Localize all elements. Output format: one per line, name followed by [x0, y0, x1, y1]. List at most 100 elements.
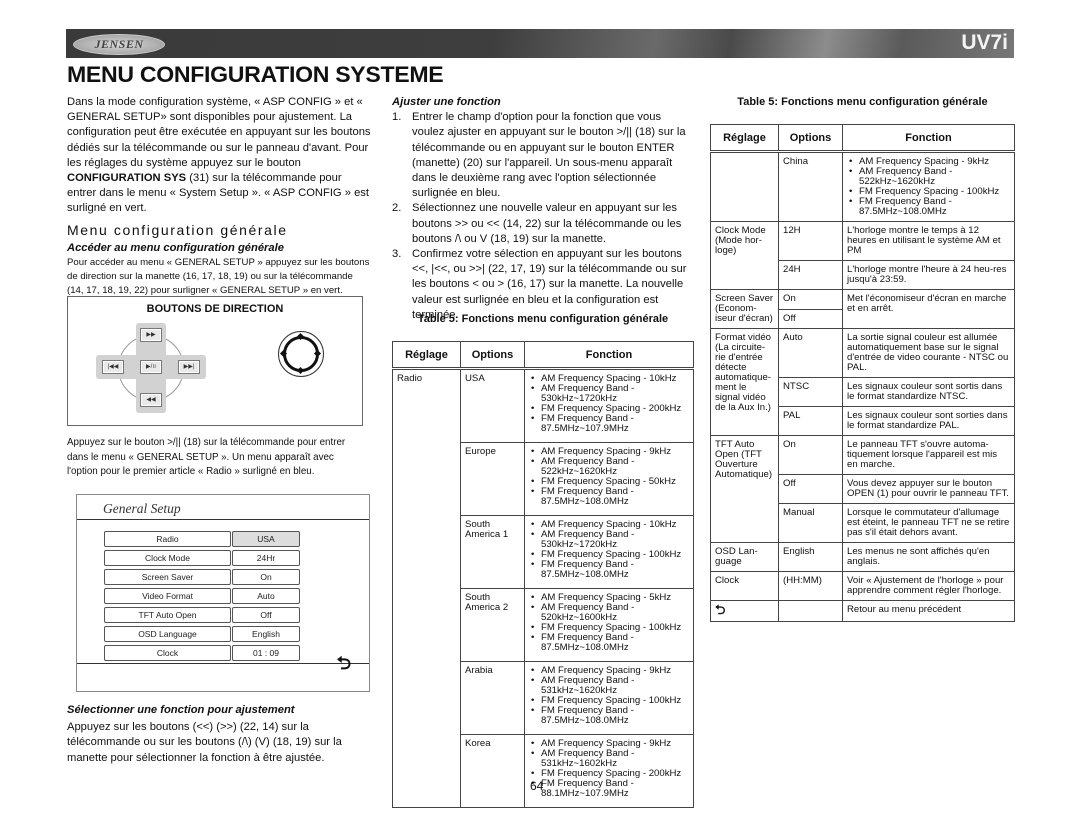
brand-name: JENSEN [94, 37, 144, 51]
option-cell [778, 600, 843, 622]
header-options: Options [460, 341, 525, 371]
rewind-button: ◀◀ [140, 393, 162, 407]
setup-value[interactable]: 01 : 09 [232, 645, 300, 661]
option-cell: 12H [778, 221, 843, 261]
function-cell: Vous devez appuyer sur le bouton OPEN (1… [842, 474, 1015, 504]
function-cell: L'horloge montre le temps à 12 heures en… [842, 221, 1015, 261]
setting-cell: Clock [710, 571, 779, 601]
setup-top-divider [77, 519, 369, 520]
header-function: Fonction [524, 341, 694, 371]
option-cell: 24H [778, 260, 843, 290]
option-cell: South America 1 [460, 515, 525, 589]
function-cell: AM Frequency Spacing - 9kHzAM Frequency … [524, 661, 694, 735]
option-cell: English [778, 542, 843, 572]
column-2: Ajuster une fonction 1. Entrer le champ d… [392, 95, 694, 323]
functions-table-1: Réglage Options Fonction RadioUSAAM Freq… [392, 341, 694, 809]
table-row: Screen Saver (Econom-iseur d'écran) On M… [710, 289, 1015, 329]
intro-paragraph: Dans la mode configuration système, « AS… [67, 95, 371, 217]
press-instruction: Appuyez sur le bouton >/|| (18) sur la t… [67, 437, 346, 477]
function-cell: AM Frequency Spacing - 9kHzAM Frequency … [524, 442, 694, 516]
setup-value[interactable]: USA [232, 531, 300, 547]
table-row: China AM Frequency Spacing - 9kHzAM Freq… [710, 151, 1015, 222]
function-cell: AM Frequency Spacing - 10kHzAM Frequency… [524, 515, 694, 589]
dpad-diagram: ▶▶ |◀◀ ▶/॥ ▶▶| ◀◀ [96, 323, 206, 413]
table-row: Format vidéo (La circuite-rie d'entrée d… [710, 328, 1015, 436]
intro-bold: CONFIGURATION SYS [67, 172, 187, 185]
adjust-steps: 1. Entrer le champ d'option pour la fonct… [392, 110, 694, 323]
option-cell: PAL [778, 406, 843, 436]
header-function: Fonction [842, 124, 1015, 154]
page-title: MENU CONFIGURATION SYSTEME [67, 62, 444, 87]
setting-cell: OSD Lan-guage [710, 542, 779, 572]
setup-label[interactable]: Radio [104, 531, 231, 547]
function-cell: Lorsque le commutateur d'allumage est ét… [842, 503, 1015, 543]
setup-value[interactable]: Auto [232, 588, 300, 604]
setting-cell [710, 151, 779, 222]
option-cell: NTSC [778, 377, 843, 407]
function-cell: AM Frequency Spacing - 9kHzAM Frequency … [842, 151, 1015, 222]
step-item: 1. Entrer le champ d'option pour la fonct… [392, 110, 694, 201]
function-item: FM Frequency Band - 87.5MHz~108.0MHz [531, 487, 689, 507]
option-cell: On [778, 435, 843, 475]
function-cell: AM Frequency Spacing - 9kHzAM Frequency … [524, 734, 694, 808]
return-arrow-icon[interactable]: ⮌ [337, 651, 351, 681]
function-cell: Voir « Ajustement de l'horloge » pour ap… [842, 571, 1015, 601]
function-cell: La sortie signal couleur est allumée aut… [842, 328, 1015, 378]
option-cell: On [778, 289, 843, 310]
step-item: 2. Sélectionnez une nouvelle valeur en ap… [392, 201, 694, 247]
table-row: OSD Lan-guage English Les menus ne sont … [710, 542, 1015, 572]
option-cell: Korea [460, 734, 525, 808]
next-button: ▶▶| [178, 360, 200, 374]
table-row: TFT Auto Open (TFT Ouverture Automatique… [710, 435, 1015, 543]
setup-value[interactable]: English [232, 626, 300, 642]
setting-cell: TFT Auto Open (TFT Ouverture Automatique… [710, 435, 779, 543]
setting-cell: Radio [392, 368, 461, 808]
setting-cell: Screen Saver (Econom-iseur d'écran) [710, 289, 779, 329]
function-cell: Met l'économiseur d'écran en marche et e… [842, 289, 1015, 329]
select-title: Sélectionner une fonction pour ajustemen… [67, 704, 295, 716]
header-options: Options [778, 124, 843, 154]
option-cell: Off [778, 308, 843, 329]
select-text: Appuyez sur les boutons (<<) (>>) (22, 1… [67, 721, 342, 764]
setup-value[interactable]: 24Hr [232, 550, 300, 566]
setup-label[interactable]: Video Format [104, 588, 231, 604]
function-cell: AM Frequency Spacing - 10kHzAM Frequency… [524, 368, 694, 443]
function-item: FM Frequency Band - 87.5MHz~107.9MHz [531, 414, 689, 434]
table-part-1: Table 5: Fonctions menu configuration gé… [392, 312, 694, 809]
function-item: FM Frequency Band - 87.5MHz~108.0MHz [531, 706, 689, 726]
function-item: AM Frequency Band - 531kHz~1602kHz [531, 749, 689, 769]
setup-bottom-divider [77, 663, 369, 664]
option-cell: USA [460, 368, 525, 443]
column-1: Dans la mode configuration système, « AS… [67, 95, 371, 298]
setup-label[interactable]: TFT Auto Open [104, 607, 231, 623]
option-cell: Europe [460, 442, 525, 516]
option-cell: South America 2 [460, 588, 525, 662]
step-number: 2. [392, 202, 402, 215]
option-cell: Manual [778, 503, 843, 543]
setup-label[interactable]: Clock [104, 645, 231, 661]
function-item: AM Frequency Band - 520kHz~1600kHz [531, 603, 689, 623]
function-item: FM Frequency Band - 88.1MHz~107.9MHz [531, 779, 689, 799]
function-cell: Les signaux couleur sont sortis dans le … [842, 377, 1015, 407]
model-name: UV7i [961, 31, 1008, 54]
function-item: FM Frequency Band - 87.5MHz~108.0MHz [849, 197, 1010, 217]
play-pause-button: ▶/॥ [140, 360, 162, 374]
select-section: Sélectionner une fonction pour ajustemen… [67, 700, 371, 766]
function-cell: Retour au menu précédent [842, 600, 1015, 622]
setup-label[interactable]: Screen Saver [104, 569, 231, 585]
step-number: 1. [392, 111, 402, 124]
setup-label[interactable]: OSD Language [104, 626, 231, 642]
setup-value[interactable]: On [232, 569, 300, 585]
function-item: FM Frequency Band - 87.5MHz~108.0MHz [531, 560, 689, 580]
functions-table-2: Réglage Options Fonction China AM Freque… [710, 124, 1015, 623]
setting-cell: ⮌ [710, 600, 779, 622]
function-cell: Le panneau TFT s'ouvre automa-tiquement … [842, 435, 1015, 475]
setup-value[interactable]: Off [232, 607, 300, 623]
option-cell: Arabia [460, 661, 525, 735]
option-cell: (HH:MM) [778, 571, 843, 601]
setup-label[interactable]: Clock Mode [104, 550, 231, 566]
general-setup-title: General Setup [103, 501, 181, 516]
table-row: Clock (HH:MM) Voir « Ajustement de l'hor… [710, 571, 1015, 601]
table-row: RadioUSAAM Frequency Spacing - 10kHzAM F… [392, 368, 694, 808]
function-cell: Les menus ne sont affichés qu'en anglais… [842, 542, 1015, 572]
